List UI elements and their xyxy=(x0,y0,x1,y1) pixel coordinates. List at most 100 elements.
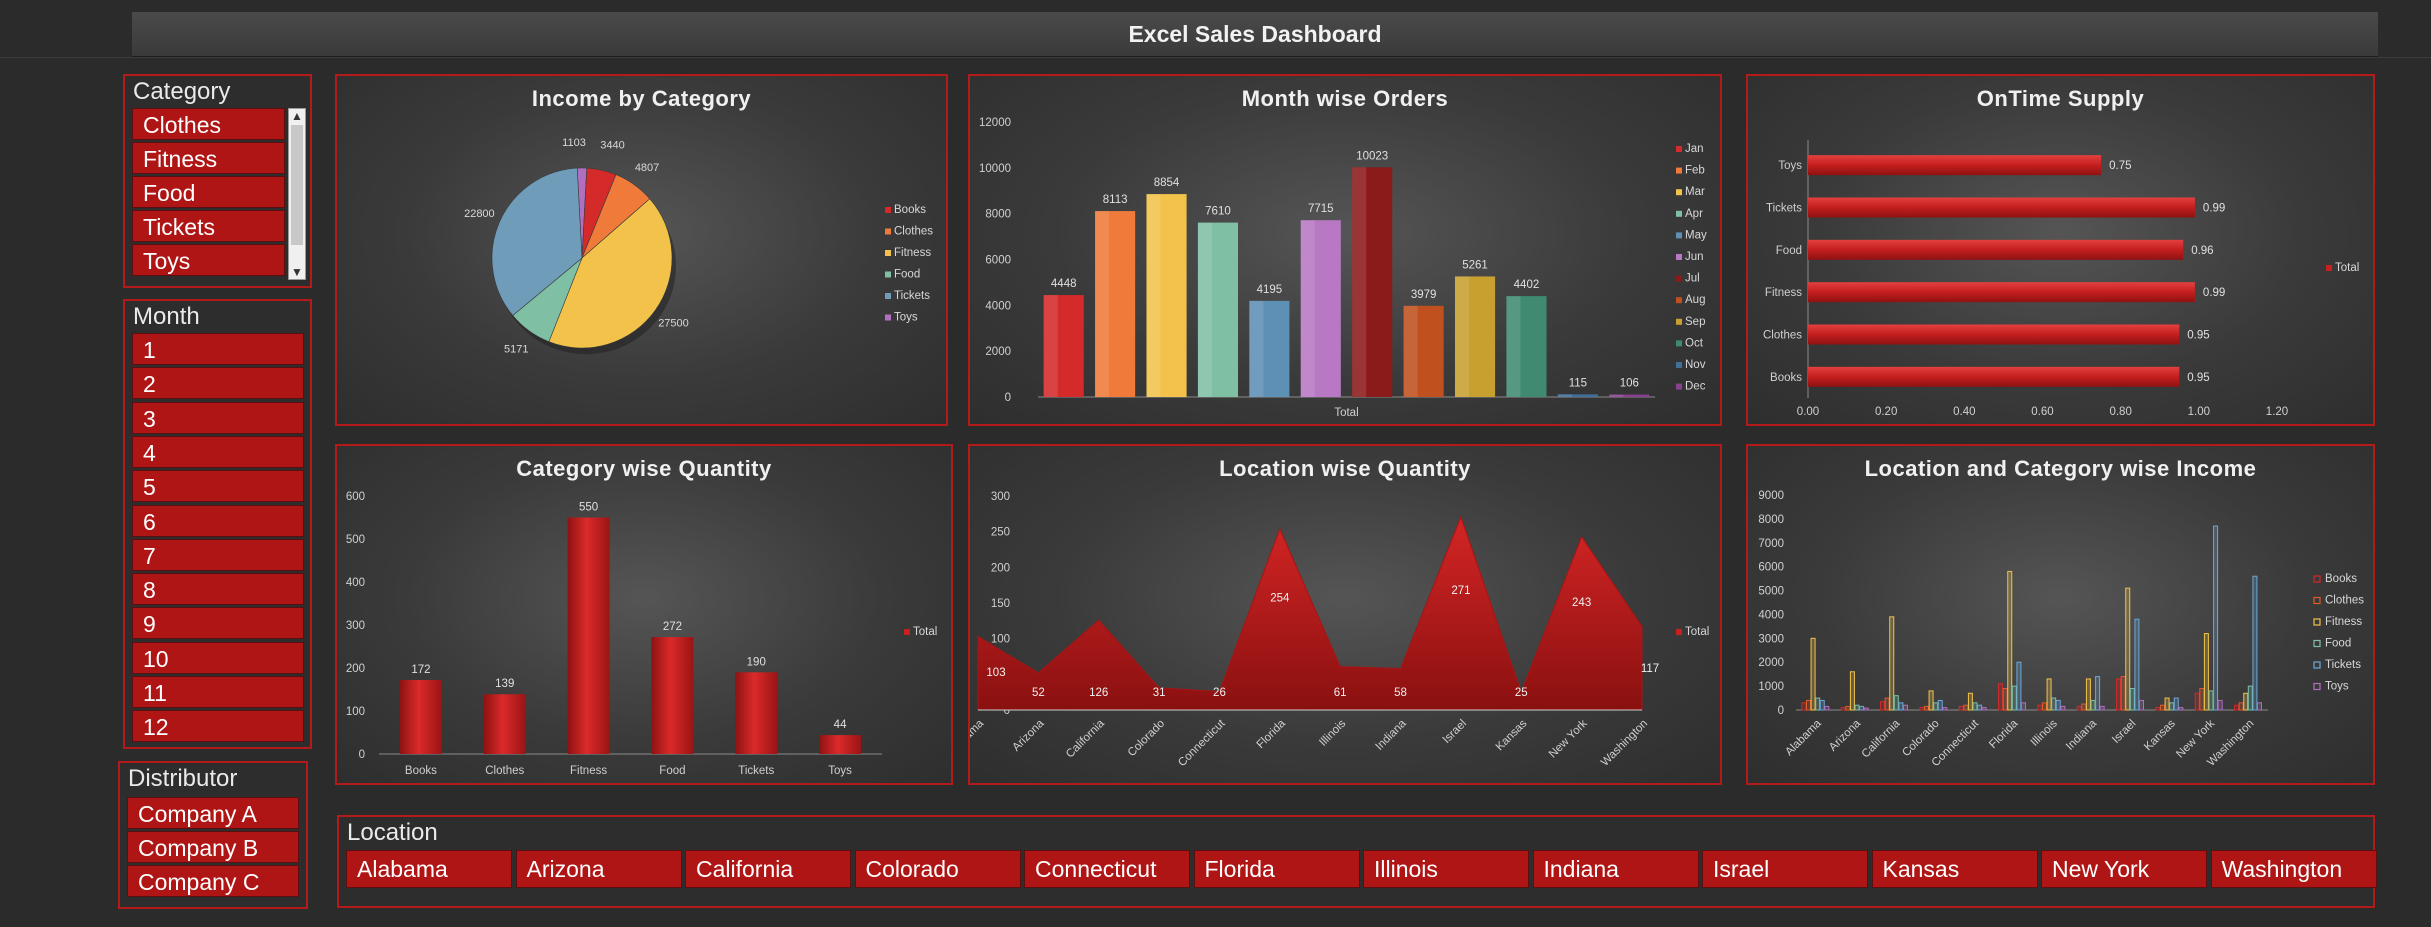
month-item-1[interactable]: 1 xyxy=(132,333,304,365)
month-item-4[interactable]: 4 xyxy=(132,435,304,468)
bar-tickets-california xyxy=(1898,702,1904,711)
month-item-2[interactable]: 2 xyxy=(132,367,304,400)
distributor-slicer: Distributor Company A Company B Company … xyxy=(118,761,308,909)
bar-fitness-illinois xyxy=(2046,678,2052,711)
legend-swatch xyxy=(1676,210,1682,217)
y-tick-label: 200 xyxy=(346,663,365,675)
x-tick-label: 0.00 xyxy=(1797,406,1819,418)
legend-label: Oct xyxy=(1685,337,1704,349)
x-tick-label: Alabama xyxy=(970,717,987,758)
location-item-indiana[interactable]: Indiana xyxy=(1532,850,1699,888)
location-item-new-york[interactable]: New York xyxy=(2041,850,2207,888)
bar-toys-indiana xyxy=(2099,705,2105,711)
legend-swatch xyxy=(1676,167,1682,174)
bar-clothes-florida xyxy=(2002,688,2008,711)
distributor-item-company-c[interactable]: Company C xyxy=(127,865,299,897)
legend-label: Books xyxy=(894,204,926,216)
category-item-tickets[interactable]: Tickets xyxy=(132,210,285,242)
bar-toys-kansas xyxy=(2178,707,2184,711)
dashboard-title: Excel Sales Dashboard xyxy=(132,12,2378,57)
bar-fitness-kansas xyxy=(2164,697,2170,711)
bar-tickets-kansas xyxy=(2173,697,2179,711)
data-label: 0.95 xyxy=(2187,372,2209,384)
category-item-clothes[interactable]: Clothes xyxy=(132,108,285,140)
month-item-12[interactable]: 12 xyxy=(132,710,304,743)
legend-swatch xyxy=(885,207,891,213)
month-item-3[interactable]: 3 xyxy=(132,401,304,434)
bar-food-israel xyxy=(2129,688,2135,711)
bar-tickets xyxy=(1808,197,2195,218)
bar-fitness-washington xyxy=(2243,692,2249,711)
location-item-illinois[interactable]: Illinois xyxy=(1363,850,1529,888)
legend-swatch xyxy=(2313,575,2321,583)
bar-food-florida xyxy=(2011,685,2017,711)
x-tick-label: 0.40 xyxy=(1953,406,1975,418)
location-item-connecticut[interactable]: Connecticut xyxy=(1024,850,1190,888)
bar-books-colorado xyxy=(1919,707,1925,711)
income-by-category-chart: 1103 3440 4807 27500 5171 22800 Books Clothes Fi… xyxy=(464,137,933,356)
ontime-supply-chart: 0.00 0.20 0.40 0.60 0.80 1.00 1.20 Toys 0.75 Tick… xyxy=(1763,140,2359,418)
month-item-10[interactable]: 10 xyxy=(132,641,304,674)
y-tick-label: 0 xyxy=(1778,705,1784,717)
y-tick-label: Books xyxy=(1770,372,1802,384)
distributor-item-company-b[interactable]: Company B xyxy=(127,831,299,863)
legend-swatch xyxy=(885,228,891,235)
x-tick-label: 1.20 xyxy=(2266,406,2288,418)
month-item-8[interactable]: 8 xyxy=(132,573,304,606)
y-tick-label: 10000 xyxy=(979,163,1011,175)
legend-swatch xyxy=(2313,661,2321,669)
data-label: 31 xyxy=(1153,687,1166,699)
chevron-down-icon[interactable]: ▼ xyxy=(289,265,305,279)
data-label: 117 xyxy=(1641,663,1659,675)
data-label: 115 xyxy=(1569,377,1587,389)
chevron-up-icon[interactable]: ▲ xyxy=(289,109,305,123)
y-tick-label: 12000 xyxy=(979,117,1011,129)
location-item-california[interactable]: California xyxy=(685,850,851,888)
legend-swatch xyxy=(2313,618,2321,626)
bar-clothes-new-york xyxy=(2199,688,2205,711)
category-item-food[interactable]: Food xyxy=(132,176,285,208)
location-item-arizona[interactable]: Arizona xyxy=(515,850,682,888)
bar-tickets-alabama xyxy=(1819,699,1825,711)
legend-label: Feb xyxy=(1685,165,1705,177)
bar-fitness xyxy=(1808,282,2195,303)
legend-label: Nov xyxy=(1685,359,1706,371)
scrollbar-thumb[interactable] xyxy=(291,125,303,245)
location-item-colorado[interactable]: Colorado xyxy=(854,850,1021,888)
bar-books-indiana xyxy=(2076,705,2082,711)
location-item-kansas[interactable]: Kansas xyxy=(1871,850,2038,888)
location-item-israel[interactable]: Israel xyxy=(1702,850,1868,888)
bar-fitness-new-york xyxy=(2203,633,2209,711)
month-item-5[interactable]: 5 xyxy=(132,470,304,503)
legend-swatch xyxy=(1676,146,1682,152)
data-label: 4195 xyxy=(1257,284,1283,296)
bar-highlight xyxy=(1609,394,1624,397)
bar-clothes-illinois xyxy=(2041,702,2047,711)
legend-label: Food xyxy=(2325,638,2351,650)
category-scrollbar[interactable]: ▲ ▼ xyxy=(288,108,306,280)
location-category-income-chart: 0 1000 2000 3000 4000 5000 6000 7000 8000 9000 Ala… xyxy=(1758,490,2364,769)
location-item-alabama[interactable]: Alabama xyxy=(346,850,512,888)
data-label: 8113 xyxy=(1103,194,1128,206)
bar-clothes-arizona xyxy=(1845,705,1851,711)
location-item-florida[interactable]: Florida xyxy=(1193,850,1360,888)
bar-food-indiana xyxy=(2090,699,2096,711)
bar-books-florida xyxy=(1998,683,2004,711)
month-item-6[interactable]: 6 xyxy=(132,504,304,537)
x-tick-label: California xyxy=(1860,717,1903,760)
bar-food-alabama xyxy=(1815,697,1821,711)
month-item-11[interactable]: 11 xyxy=(132,676,304,708)
y-tick-label: 9000 xyxy=(1758,490,1784,502)
month-item-9[interactable]: 9 xyxy=(132,607,304,640)
distributor-item-company-a[interactable]: Company A xyxy=(127,797,299,829)
location-item-washington[interactable]: Washington xyxy=(2210,850,2377,888)
x-tick-label: Illinois xyxy=(1317,717,1348,748)
bar-fitness-arizona xyxy=(1849,671,1855,711)
bar-books-alabama xyxy=(1801,702,1807,711)
x-tick-label: Washington xyxy=(1599,718,1650,769)
month-item-7[interactable]: 7 xyxy=(132,538,304,571)
bar-highlight xyxy=(1506,296,1521,397)
category-item-fitness[interactable]: Fitness xyxy=(132,142,285,174)
category-item-toys[interactable]: Toys xyxy=(132,244,285,276)
y-tick-label: 6000 xyxy=(1758,562,1784,574)
